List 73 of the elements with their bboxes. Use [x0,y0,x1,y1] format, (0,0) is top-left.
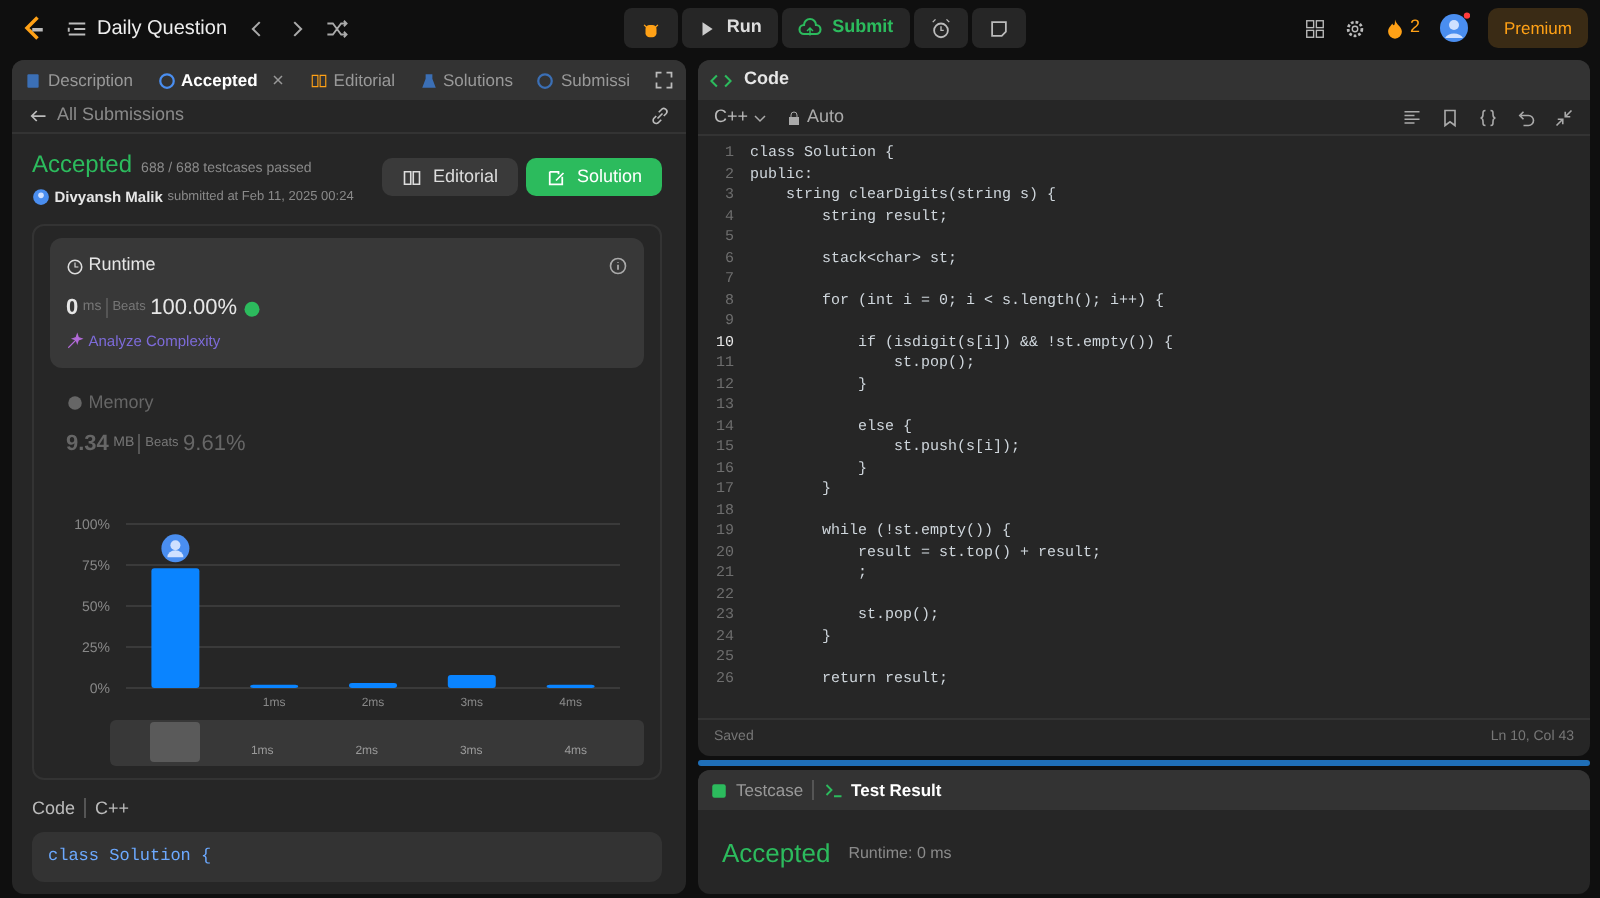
panel-tab[interactable]: Accepted [157,67,258,93]
book-icon [402,167,423,188]
submit-button[interactable]: Submit [782,8,910,48]
code-icon [710,69,732,91]
avatar-marker-icon [161,533,190,562]
panel-tab[interactable]: Editorial [309,67,396,93]
run-button[interactable]: Run [682,8,778,48]
mode-label: Auto [807,103,845,130]
flame-icon [1383,17,1406,39]
panel-resize-handle[interactable] [698,760,1590,766]
flask-icon [419,71,438,89]
chevron-down-icon [752,109,769,125]
runtime-text: Runtime: 0 ms [848,841,952,866]
metric-value: 9.34 [66,430,109,460]
settings-icon[interactable] [1343,17,1366,39]
format-icon[interactable] [1402,107,1422,127]
checkbox-icon [710,781,728,799]
editorial-button[interactable]: Editorial [382,158,518,197]
lock-icon [786,109,803,125]
metric-label: Runtime [88,252,156,279]
cloud-upload-icon [798,16,823,40]
back-arrow-icon[interactable] [28,106,48,126]
beats-percent: 100.00% [150,293,238,324]
undo-icon[interactable] [1516,107,1536,127]
close-icon[interactable] [269,72,286,88]
edit-icon [546,167,567,188]
code-preview: class Solution { [32,832,662,882]
bar[interactable] [349,682,397,687]
shuffle-icon[interactable] [325,17,348,39]
result-status: Accepted [722,836,831,872]
grid-icon[interactable] [1303,17,1326,39]
braces-icon[interactable] [1478,107,1498,127]
note-icon [988,17,1011,39]
metric-label: Memory [88,389,154,416]
expand-icon[interactable] [653,70,674,90]
note-button[interactable] [972,8,1027,48]
beats-percent: 9.61% [183,430,246,460]
bar[interactable] [447,673,496,687]
document-icon [24,71,42,89]
language-dropdown[interactable]: C++ [714,103,769,131]
alarm-clock-button[interactable] [913,8,968,48]
terminal-icon [823,780,844,800]
badge-icon [241,298,262,318]
debug-button[interactable] [624,8,679,48]
bar[interactable] [151,567,200,687]
collapse-icon[interactable] [1554,107,1574,127]
language-label: C++ [95,795,130,821]
result-tab[interactable]: Test Result [823,777,942,803]
play-icon [698,19,717,37]
panel-tab[interactable]: Submissi [536,67,630,93]
link-icon[interactable] [650,106,670,126]
book-icon [309,71,328,89]
daily-question-button[interactable]: Daily Question [66,13,228,43]
alarm-clock-icon [929,17,952,39]
range-handle[interactable] [150,722,201,762]
premium-button[interactable]: Premium [1487,8,1588,48]
streak-count: 2 [1409,14,1420,41]
bookmark-icon[interactable] [1440,107,1460,127]
avatar-icon [32,188,50,207]
database-icon [66,393,84,412]
panel-title: Code [744,66,789,93]
list-icon [66,17,88,39]
panel-tab[interactable]: Solutions [419,67,513,93]
panel-tab[interactable]: Description [24,67,134,93]
result-tab[interactable]: Testcase [710,777,804,803]
status-text: Accepted [32,148,133,182]
logo-icon[interactable] [20,14,48,42]
info-icon[interactable] [608,256,628,276]
metric-value: 0 [66,293,79,324]
avatar-icon[interactable] [1437,12,1470,44]
sparkle-icon [66,332,84,351]
code-label: Code [32,795,76,821]
back-link[interactable]: All Submissions [57,102,185,130]
